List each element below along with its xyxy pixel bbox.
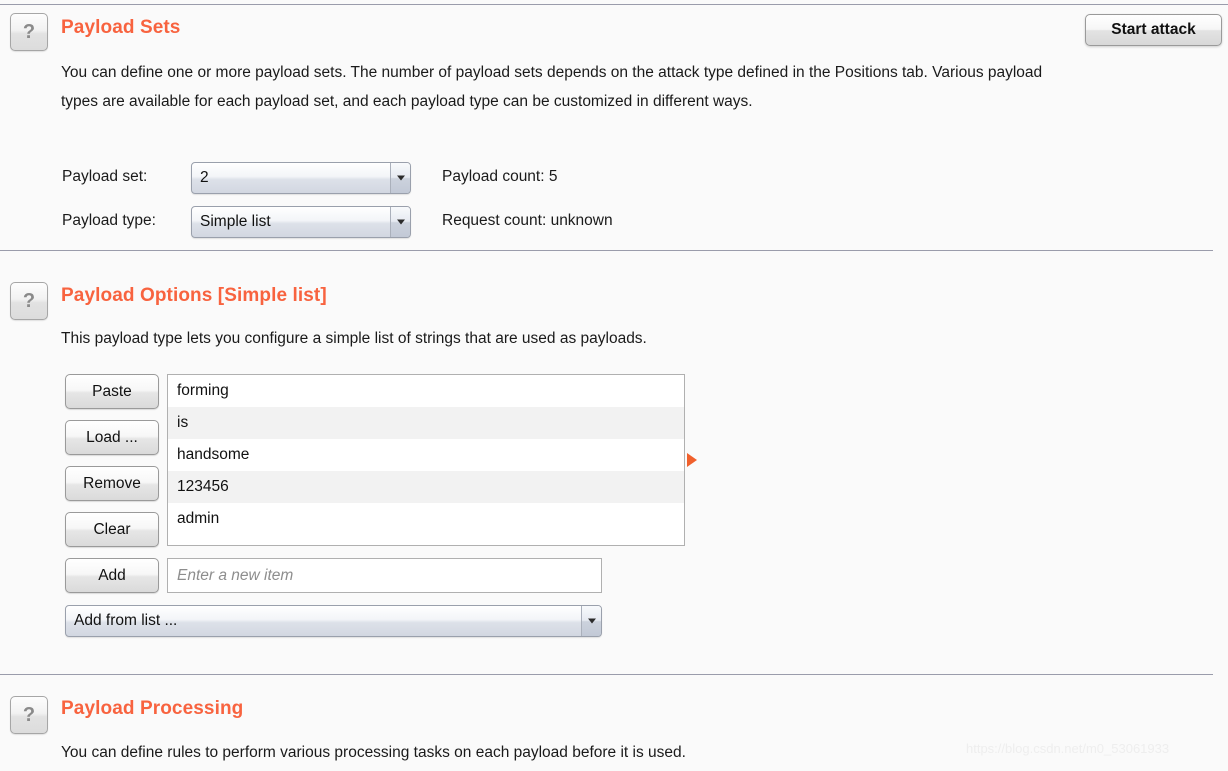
payload-list-item[interactable]: handsome [168,439,684,471]
section-separator-2 [0,674,1213,675]
payload-type-dropdown-button[interactable] [390,207,410,237]
payload-set-dropdown[interactable]: 2 [191,162,411,194]
payload-processing-description: You can define rules to perform various … [61,744,686,761]
remove-button[interactable]: Remove [65,466,159,501]
payload-list-item[interactable]: admin [168,503,684,535]
add-from-list-dropdown-button[interactable] [581,606,601,636]
payload-type-dropdown[interactable]: Simple list [191,206,411,238]
start-attack-button[interactable]: Start attack [1085,14,1222,46]
payload-sets-help-icon[interactable]: ? [10,13,48,51]
payload-list-item[interactable]: 123456 [168,471,684,503]
watermark-text: https://blog.csdn.net/m0_53061933 [966,741,1170,756]
payload-set-value: 2 [200,169,209,186]
chevron-down-icon [587,618,596,624]
payload-processing-heading: Payload Processing [61,698,244,719]
payload-set-label: Payload set: [62,168,148,185]
payload-list-item[interactable]: is [168,407,684,439]
section-separator-1 [0,250,1213,251]
question-mark-icon: ? [22,21,36,43]
payload-list-rows: forming is handsome 123456 admin [168,375,684,535]
payload-options-heading: Payload Options [Simple list] [61,285,327,306]
payload-list-empty-space [168,535,684,545]
question-mark-icon: ? [22,290,36,312]
payload-processing-help-icon[interactable]: ? [10,696,48,734]
payload-list-marker-icon [687,453,697,467]
chevron-down-icon [396,219,405,225]
load-button[interactable]: Load ... [65,420,159,455]
payload-type-value: Simple list [200,213,271,230]
new-item-input[interactable]: Enter a new item [167,558,602,593]
payload-options-help-icon[interactable]: ? [10,282,48,320]
payload-set-dropdown-button[interactable] [390,163,410,193]
add-button[interactable]: Add [65,558,159,593]
payload-count-text: Payload count: 5 [442,168,558,185]
payload-sets-description: You can define one or more payload sets.… [61,64,1043,110]
chevron-down-icon [396,175,405,181]
payload-list-item[interactable]: forming [168,375,684,407]
payload-type-label: Payload type: [62,212,156,229]
top-border [0,4,1228,5]
request-count-text: Request count: unknown [442,212,613,229]
payload-sets-heading: Payload Sets [61,17,181,38]
payload-options-description: This payload type lets you configure a s… [61,330,647,347]
add-from-list-dropdown[interactable]: Add from list ... [65,605,602,637]
question-mark-icon: ? [22,704,36,726]
new-item-placeholder: Enter a new item [177,566,294,584]
intruder-payloads-panel: ? Payload Sets Start attack You can defi… [0,0,1228,771]
payload-list[interactable]: forming is handsome 123456 admin [167,374,685,546]
add-from-list-value: Add from list ... [74,612,178,629]
paste-button[interactable]: Paste [65,374,159,409]
clear-button[interactable]: Clear [65,512,159,547]
